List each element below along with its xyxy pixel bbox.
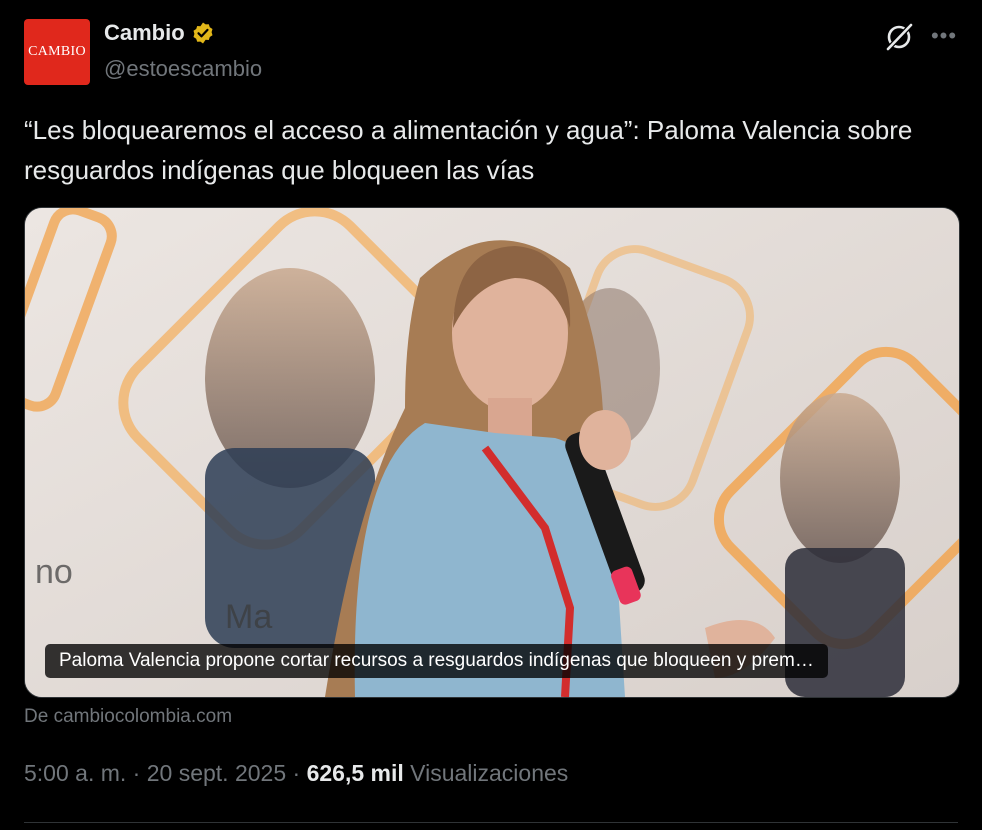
card-source[interactable]: De cambiocolombia.com [24,706,232,728]
views-count: 626,5 mil [306,760,404,786]
views-label: Visualizaciones [410,760,569,786]
background-text-left: no [35,553,73,591]
avatar-logo-text: CAMBIO [28,44,86,59]
author-display-name[interactable]: Cambio [104,20,185,46]
tweet-text: “Les bloquearemos el acceso a alimentaci… [24,115,913,185]
link-card[interactable]: no Ma Paloma Valencia propone cortar rec… [24,207,960,698]
author-handle[interactable]: @estoescambio [104,56,262,82]
tweet-meta: 5:00 a. m. · 20 sept. 2025 · 626,5 mil V… [24,760,568,787]
meta-separator: · [292,760,301,786]
more-icon[interactable]: ••• [930,24,958,48]
background-text-bottom: Ma [225,598,272,636]
tweet-time[interactable]: 5:00 a. m. [24,760,126,786]
meta-separator: · [132,760,141,786]
author-name-row: Cambio [104,20,215,46]
tweet-date[interactable]: 20 sept. 2025 [147,760,286,786]
grok-icon[interactable] [884,22,914,52]
verified-icon [193,22,213,44]
avatar[interactable]: CAMBIO [24,19,90,85]
card-image: no Ma [25,208,959,697]
divider [24,822,958,823]
card-caption: Paloma Valencia propone cortar recursos … [45,644,828,678]
